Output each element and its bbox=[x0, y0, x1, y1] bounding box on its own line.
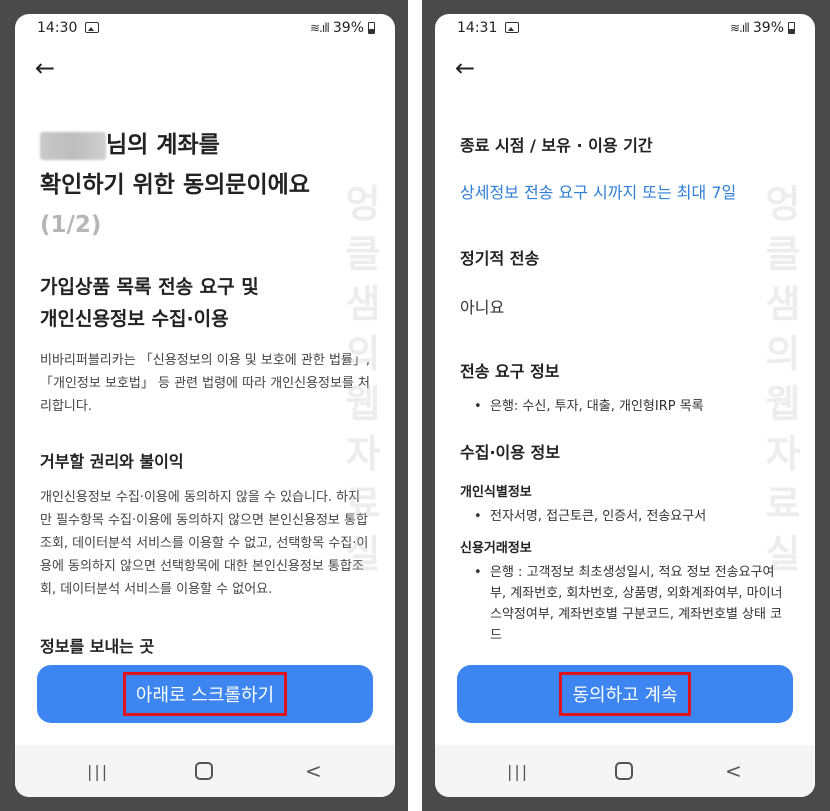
regular-transfer-value: 아니요 bbox=[460, 298, 505, 317]
home-icon[interactable] bbox=[195, 762, 213, 780]
back-nav-icon[interactable]: < bbox=[725, 759, 742, 783]
period-value: 상세정보 전송 요구 시까지 또는 최대 7일 bbox=[460, 183, 737, 202]
status-time: 14:31 bbox=[457, 20, 498, 36]
back-nav-icon[interactable]: < bbox=[305, 759, 322, 783]
status-bar: 14:31 ≋.ıll 39% bbox=[435, 14, 815, 44]
section-text-consent: 비바리퍼블리카는 「신용정보의 이용 및 보호에 관한 법률」, 「개인정보 보… bbox=[40, 353, 371, 414]
screenshot-divider bbox=[408, 0, 422, 811]
request-info-list: 은행: 수신, 투자, 대출, 개인형IRP 목록 bbox=[460, 396, 790, 417]
consent-content: 님의 계좌를 확인하기 위한 동의문이에요 (1/2) 가입상품 목록 전송 요… bbox=[15, 109, 395, 664]
back-arrow-icon[interactable]: ← bbox=[455, 56, 475, 80]
agree-continue-label: 동의하고 계속 bbox=[559, 672, 691, 716]
recent-apps-icon[interactable]: ||| bbox=[87, 762, 109, 781]
navigation-bar: ||| < bbox=[15, 745, 395, 797]
gallery-icon bbox=[505, 22, 519, 33]
home-icon[interactable] bbox=[615, 762, 633, 780]
battery-icon bbox=[368, 22, 375, 34]
agree-continue-button[interactable]: 동의하고 계속 bbox=[457, 665, 793, 723]
recent-apps-icon[interactable]: ||| bbox=[507, 762, 529, 781]
list-item: 은행: 수신, 투자, 대출, 개인형IRP 목록 bbox=[460, 396, 790, 417]
back-arrow-icon[interactable]: ← bbox=[35, 56, 55, 80]
battery-icon bbox=[788, 22, 795, 34]
phone-screen-left: 14:30 ≋.ıll 39% ← 님의 계좌를 확인하기 위한 동의문이에요 … bbox=[15, 14, 395, 797]
wifi-signal-icon: ≋.ıll bbox=[730, 21, 750, 35]
section-title-consent: 가입상품 목록 전송 요구 및 개인신용정보 수집·이용 bbox=[40, 276, 259, 330]
battery-percent: 39% bbox=[752, 20, 784, 36]
battery-percent: 39% bbox=[332, 20, 364, 36]
id-info-title: 개인식별정보 bbox=[460, 485, 532, 500]
gallery-icon bbox=[85, 22, 99, 33]
section-title-sender: 정보를 보내는 곳 bbox=[40, 637, 155, 656]
list-item: 은행 : 고객정보 최초생성일시, 적요 정보 전송요구여부, 계좌번호, 회차… bbox=[460, 562, 790, 646]
scroll-down-label: 아래로 스크롤하기 bbox=[122, 672, 288, 716]
phone-screen-right: 14:31 ≋.ıll 39% ← 종료 시점 / 보유 · 이용 기간 상세정… bbox=[435, 14, 815, 797]
wifi-signal-icon: ≋.ıll bbox=[310, 21, 330, 35]
step-indicator: (1/2) bbox=[40, 212, 102, 238]
status-bar: 14:30 ≋.ıll 39% bbox=[15, 14, 395, 44]
page-title: 님의 계좌를 확인하기 위한 동의문이에요 (1/2) bbox=[40, 125, 370, 245]
request-info-title: 전송 요구 정보 bbox=[460, 362, 560, 381]
title-line1-suffix: 님의 계좌를 bbox=[106, 132, 220, 158]
title-line2: 확인하기 위한 동의문이에요 bbox=[40, 172, 310, 198]
list-item: 전자서명, 접근토큰, 인증서, 전송요구서 bbox=[460, 506, 790, 527]
status-time: 14:30 bbox=[37, 20, 78, 36]
section-text-refusal: 개인신용정보 수집·이용에 동의하지 않을 수 있습니다. 하지만 필수항목 수… bbox=[40, 490, 369, 597]
regular-transfer-title: 정기적 전송 bbox=[460, 249, 540, 268]
blurred-user-name bbox=[40, 131, 106, 160]
collect-info-title: 수집·이용 정보 bbox=[460, 443, 560, 462]
period-title: 종료 시점 / 보유 · 이용 기간 bbox=[460, 136, 653, 155]
scroll-down-button[interactable]: 아래로 스크롤하기 bbox=[37, 665, 373, 723]
navigation-bar: ||| < bbox=[435, 745, 815, 797]
consent-details: 종료 시점 / 보유 · 이용 기간 상세정보 전송 요구 시까지 또는 최대 … bbox=[435, 132, 815, 687]
credit-info-title: 신용거래정보 bbox=[460, 541, 532, 556]
credit-info-list: 은행 : 고객정보 최초생성일시, 적요 정보 전송요구여부, 계좌번호, 회차… bbox=[460, 562, 790, 646]
id-info-list: 전자서명, 접근토큰, 인증서, 전송요구서 bbox=[460, 506, 790, 527]
section-title-refusal: 거부할 권리와 불이익 bbox=[40, 452, 184, 471]
